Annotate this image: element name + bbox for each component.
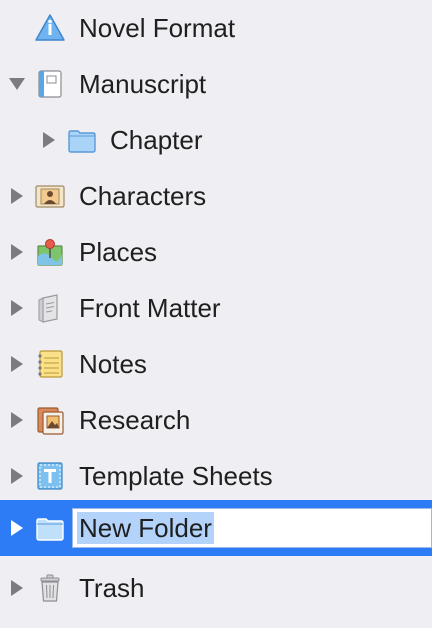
binder-outline: Novel Format Manuscript Chapter Characte… [0,0,432,628]
disclosure-collapsed-icon[interactable] [43,132,55,148]
binder-item-notes[interactable]: Notes [0,336,432,392]
binder-item-label: Chapter [110,125,203,155]
research-icon [34,404,66,436]
binder-item-research[interactable]: Research [0,392,432,448]
binder-item-manuscript[interactable]: Manuscript [0,56,432,112]
disclosure-collapsed-icon[interactable] [11,300,23,316]
disclosure-collapsed-icon[interactable] [11,520,23,536]
binder-item-new-folder[interactable]: New Folder [0,500,432,556]
binder-item-label: Places [79,237,158,267]
binder-item-template-sheets[interactable]: Template Sheets [0,448,432,504]
disclosure-expanded-icon[interactable] [9,78,25,90]
binder-item-label: Research [79,405,191,435]
binder-item-chapter[interactable]: Chapter [0,112,432,168]
manuscript-icon [34,68,66,100]
disclosure-collapsed-icon[interactable] [11,412,23,428]
binder-item-label: Front Matter [79,293,221,323]
rename-field[interactable]: New Folder [72,508,432,548]
character-card-icon [34,180,66,212]
binder-item-label: Characters [79,181,207,211]
folder-icon [66,124,98,156]
binder-item-label: Novel Format [79,13,236,43]
front-matter-icon [34,292,66,324]
disclosure-collapsed-icon[interactable] [11,356,23,372]
binder-item-label: Manuscript [79,69,207,99]
binder-item-characters[interactable]: Characters [0,168,432,224]
binder-item-label: Trash [79,573,145,603]
disclosure-collapsed-icon[interactable] [11,188,23,204]
info-triangle-icon [34,12,66,44]
disclosure-collapsed-icon[interactable] [11,468,23,484]
map-pin-icon [34,236,66,268]
rename-field-text[interactable]: New Folder [77,512,214,544]
folder-icon [34,512,66,544]
disclosure-collapsed-icon[interactable] [11,580,23,596]
binder-item-label: Notes [79,349,147,379]
notepad-icon [34,348,66,380]
binder-item-novel-format[interactable]: Novel Format [0,0,432,56]
template-icon [34,460,66,492]
disclosure-collapsed-icon[interactable] [11,244,23,260]
binder-item-trash[interactable]: Trash [0,560,432,616]
binder-item-label: Template Sheets [79,461,273,491]
binder-item-front-matter[interactable]: Front Matter [0,280,432,336]
trash-icon [34,572,66,604]
binder-item-places[interactable]: Places [0,224,432,280]
